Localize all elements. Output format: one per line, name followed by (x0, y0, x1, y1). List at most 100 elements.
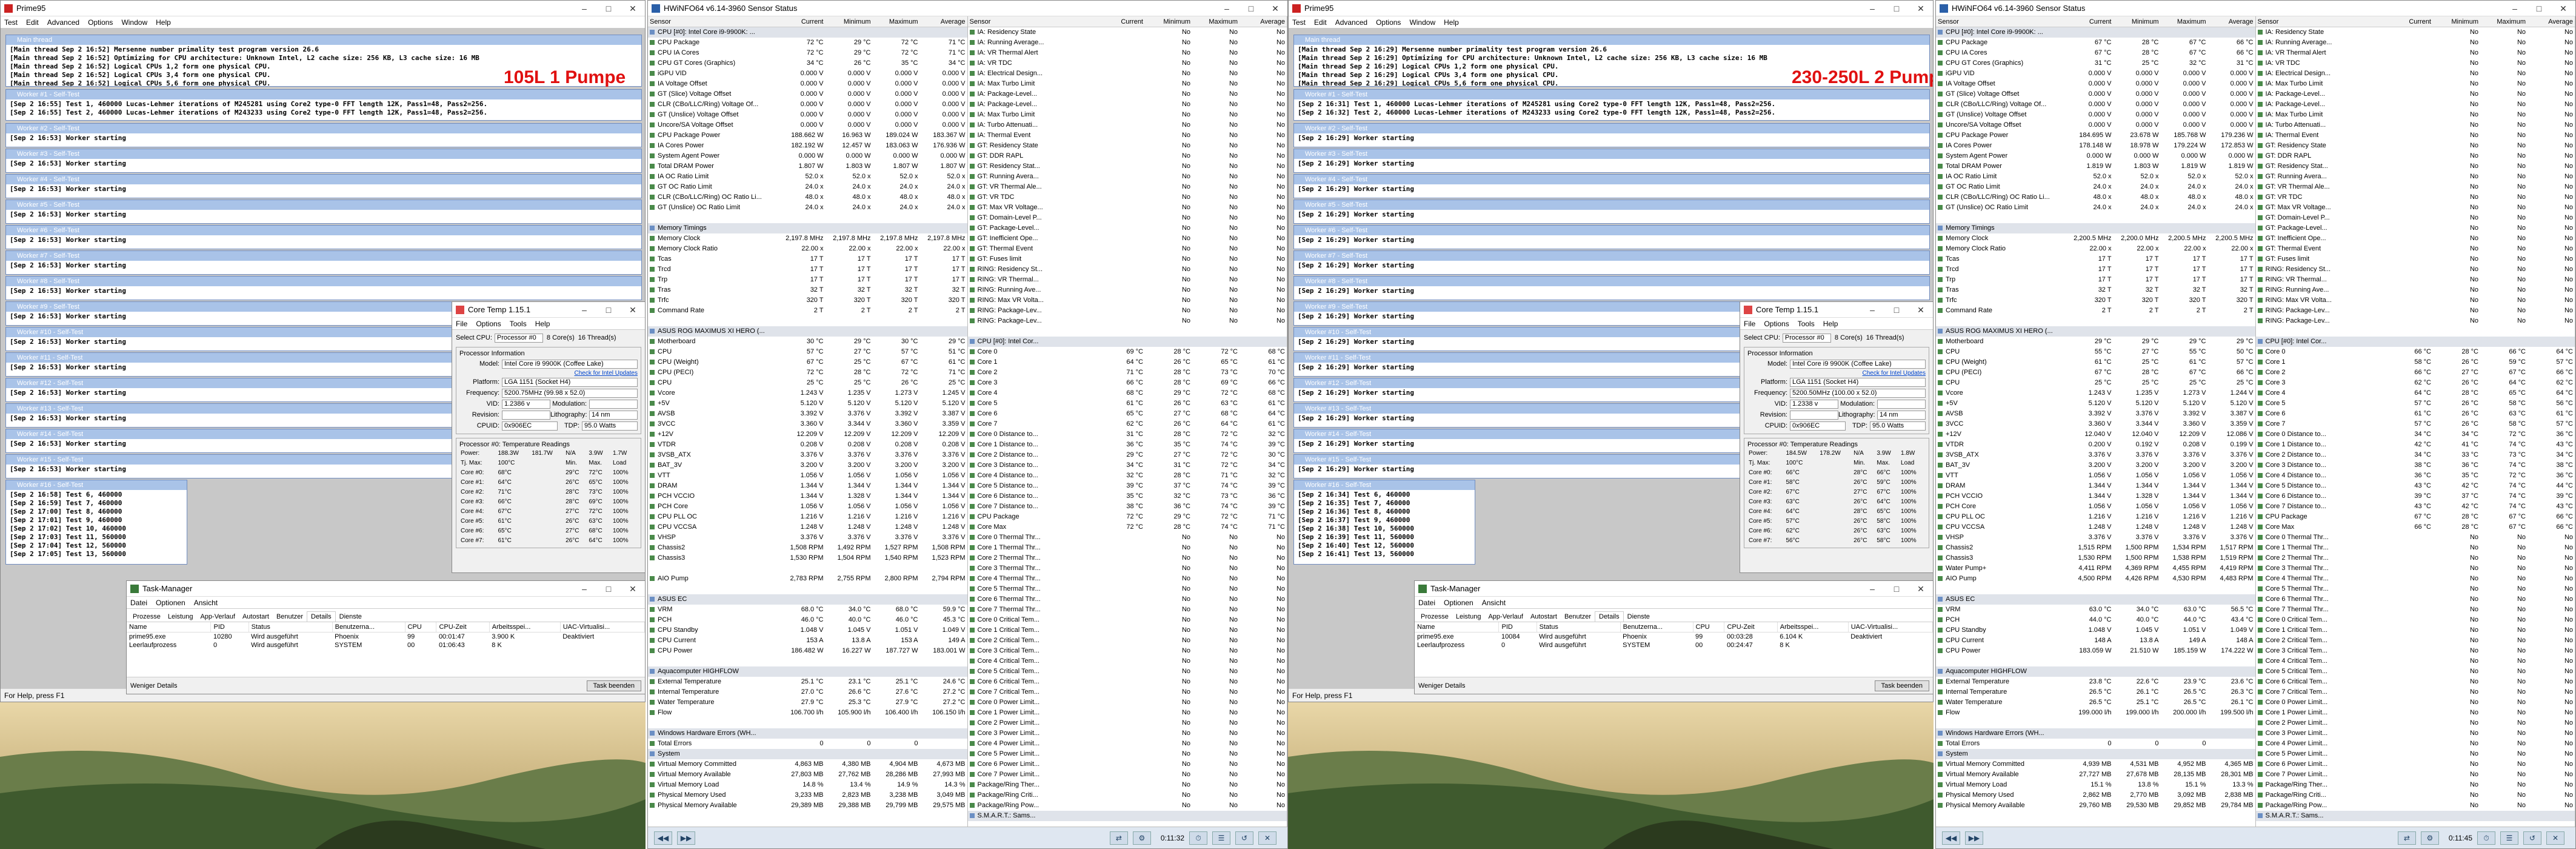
close-icon[interactable]: ✕ (1263, 1, 1287, 16)
sensor-row[interactable]: CPU IA Cores 72 °C 29 °C 72 °C 71 °C (648, 48, 967, 58)
maximize-icon[interactable]: □ (2527, 1, 2551, 16)
minimize-icon[interactable]: – (572, 581, 596, 597)
sensor-row[interactable]: CPU Current 148 A 13.8 A 149 A 148 A (1936, 636, 2255, 646)
sensor-row[interactable]: +5V 5.120 V 5.120 V 5.120 V 5.120 V (1936, 398, 2255, 409)
sensor-row[interactable]: IA Voltage Offset 0.000 V 0.000 V 0.000 V 0.… (1936, 79, 2255, 89)
title-bar[interactable]: Core Temp 1.15.1– □ ✕ (452, 302, 645, 318)
sensor-row[interactable]: Core 2 Power Limit... No No No (2256, 718, 2575, 728)
sensor-row[interactable]: IA: Max Turbo Limit No No No (2256, 110, 2575, 120)
sensor-row[interactable]: CPU Package 72 °C 29 °C 72 °C 71 °C (648, 38, 967, 48)
column-header[interactable]: UAC-Virtualisi... (560, 622, 645, 633)
sensor-row[interactable]: CPU Package Power 184.695 W 23.678 W 185.76… (1936, 130, 2255, 141)
sensor-row[interactable]: Trp 17 T 17 T 17 T 17 T (1936, 275, 2255, 285)
sensor-row[interactable]: Core 4 Thermal Thr... No No No (2256, 574, 2575, 584)
sensor-row[interactable]: Trcd 17 T 17 T 17 T 17 T (648, 264, 967, 275)
sensor-row[interactable]: RING: Max VR Volta... No No No (968, 295, 1287, 306)
sensor-row[interactable]: Total Errors 0 0 0 (648, 739, 967, 749)
sensor-row[interactable]: VTDR 0.208 V 0.208 V 0.208 V 0.208 V (648, 440, 967, 450)
sensor-row[interactable]: Core 3 Distance to... 38 °C 36 °C 74 °C 38 °… (2256, 460, 2575, 471)
update-link[interactable]: Check for Intel Updates (1863, 370, 1926, 377)
column-header[interactable]: Maximum (873, 16, 920, 27)
close-icon[interactable]: ✕ (621, 1, 645, 16)
sensor-row[interactable]: Trfc 320 T 320 T 320 T 320 T (648, 295, 967, 306)
column-header[interactable]: Maximum (2480, 16, 2528, 27)
sensor-row[interactable]: IA: Electrical Design... No No No (968, 69, 1287, 79)
sensor-row[interactable]: Core 4 Power Limit... No No No (968, 739, 1287, 749)
sensor-table[interactable]: Sensor Current Minimum Maximum Average CPU [#… (1936, 16, 2256, 827)
sensor-row[interactable]: Core 1 Power Limit... No No No (2256, 708, 2575, 718)
sensor-row[interactable]: Tcas 17 T 17 T 17 T 17 T (1936, 254, 2255, 264)
worker-window[interactable]: Worker #6 - Self-Test [Sep 2 16:29] Worke… (1293, 225, 1930, 249)
tab-benutzer[interactable]: Benutzer (273, 612, 307, 622)
column-header[interactable]: Minimum (1145, 16, 1192, 27)
sensor-row[interactable]: Core 3 Power Limit... No No No (968, 728, 1287, 739)
sensor-row[interactable]: CPU (Weight) 61 °C 25 °C 61 °C 57 °C (1936, 357, 2255, 367)
sensor-row[interactable]: Virtual Memory Committed 4,939 MB 4,531 MB… (1936, 759, 2255, 770)
sensor-row[interactable]: Core 7 Distance to... 38 °C 36 °C 74 °C 39 °… (968, 502, 1287, 512)
sensor-row[interactable]: BAT_3V 3.200 V 3.200 V 3.200 V 3.200 V (1936, 460, 2255, 471)
sensor-row[interactable]: AVSB 3.392 V 3.376 V 3.392 V 3.387 V (1936, 409, 2255, 419)
sensor-row[interactable]: Core 1 64 °C 26 °C 65 °C 61 °C (968, 357, 1287, 367)
column-header[interactable]: Maximum (2161, 16, 2208, 27)
worker-window[interactable]: Worker #5 - Self-Test [Sep 2 16:29] Worke… (1293, 200, 1930, 224)
sensor-row[interactable]: Total DRAM Power 1.807 W 1.803 W 1.807 W 1.8… (648, 161, 967, 172)
column-header[interactable]: Arbeitsspei... (489, 622, 561, 633)
sensor-row[interactable]: CPU IA Cores 67 °C 28 °C 67 °C 66 °C (1936, 48, 2255, 58)
sensor-row[interactable]: Core 6 Power Limit... No No No (968, 759, 1287, 770)
sensor-row[interactable]: Core 4 Distance to... 32 °C 28 °C 71 °C 32 °… (968, 471, 1287, 481)
column-header[interactable]: Current (2066, 16, 2114, 27)
sensor-row[interactable]: CPU Standby 1.048 V 1.045 V 1.051 V 1.049 V (648, 625, 967, 636)
sensor-row[interactable] (1936, 213, 2255, 223)
menu-item[interactable]: Ansicht (1481, 599, 1507, 607)
sensor-row[interactable]: Core 4 Distance to... 36 °C 35 °C 72 °C 36 °… (2256, 471, 2575, 481)
sensor-row[interactable] (968, 326, 1287, 337)
sensor-row[interactable]: Core 4 Thermal Thr... No No No (968, 574, 1287, 584)
sensor-row[interactable]: Core 0 Thermal Thr... No No No (2256, 532, 2575, 543)
sensor-row[interactable]: RING: Package-Lev... No No No (968, 316, 1287, 326)
title-bar[interactable]: Prime95– □ ✕ (1289, 1, 1933, 16)
sensor-row[interactable]: External Temperature 23.8 °C 22.6 °C 23.9 °… (1936, 677, 2255, 687)
sensor-row[interactable]: Package/Ring Ther... No No No (2256, 780, 2575, 790)
sensor-row[interactable]: Core 2 66 °C 27 °C 67 °C 66 °C (2256, 367, 2575, 378)
sensor-row[interactable]: CPU VCCSA 1.248 V 1.248 V 1.248 V 1.248 V (1936, 522, 2255, 532)
end-task-button[interactable]: Task beenden (586, 680, 641, 691)
sensor-row[interactable]: GT: Package-Level... No No No (968, 223, 1287, 233)
sensor-row[interactable]: RING: Package-Lev... No No No (968, 306, 1287, 316)
sensor-row[interactable]: GT (Slice) Voltage Offset 0.000 V 0.000 V0… (648, 89, 967, 99)
column-header[interactable]: Current (2386, 16, 2433, 27)
sensor-row[interactable]: Internal Temperature 27.0 °C 26.6 °C 27.6 °… (648, 687, 967, 697)
sensor-row[interactable]: VHSP 3.376 V 3.376 V 3.376 V 3.376 V (1936, 532, 2255, 543)
sensor-row[interactable]: PCH 44.0 °C 40.0 °C 44.0 °C 43.4 °C (1936, 615, 2255, 625)
sensor-row[interactable]: AIO Pump 4,500 RPM 4,426 RPM 4,530 RPM 4,483… (1936, 574, 2255, 584)
sensor-row[interactable]: Package/Ring Criti... No No No (2256, 790, 2575, 800)
column-header[interactable]: CPU (405, 622, 437, 633)
sensor-row[interactable]: Core 2 Thermal Thr... No No No (2256, 553, 2575, 563)
sensor-group[interactable]: CPU [#0]: Intel Cor... (2255, 337, 2575, 347)
sensor-group[interactable]: Windows Hardware Errors (WH... (1936, 728, 2255, 739)
sensor-row[interactable]: Core 3 62 °C 26 °C 64 °C 62 °C (2256, 378, 2575, 388)
minimize-icon[interactable]: – (572, 302, 596, 318)
sensor-row[interactable]: Virtual Memory Available 27,803 MB 27,762 … (648, 770, 967, 780)
sensor-row[interactable]: PCH VCCIO 1.344 V 1.328 V 1.344 V 1.344 V (1936, 491, 2255, 502)
sensor-row[interactable]: GT: DDR RAPL No No No (2256, 151, 2575, 161)
sensor-row[interactable]: PCH Core 1.056 V 1.056 V 1.056 V 1.056 V (1936, 502, 2255, 512)
close-icon[interactable]: ✕ (621, 581, 645, 597)
sensor-group[interactable]: ASUS EC (1936, 594, 2255, 605)
sensor-row[interactable]: Uncore/SA Voltage Offset 0.000 V 0.000 V 0.… (1936, 120, 2255, 130)
sensor-row[interactable]: Core 2 Critical Tem... No No No (2256, 636, 2575, 646)
sensor-row[interactable]: Virtual Memory Available 27,727 MB 27,678 … (1936, 770, 2255, 780)
sensor-row[interactable]: Tras 32 T 32 T 32 T 32 T (648, 285, 967, 295)
sensor-row[interactable]: Core 0 66 °C 28 °C 66 °C 64 °C (2256, 347, 2575, 357)
sensor-row[interactable]: Chassis3 1,530 RPM 1,504 RPM 1,540 RPM 1,523… (648, 553, 967, 563)
sensor-row[interactable]: Core 4 64 °C 28 °C 65 °C 64 °C (2256, 388, 2575, 398)
menu-item[interactable]: File (1743, 320, 1757, 328)
worker-window[interactable]: Worker #16 - Self-Test [Sep 2 16:58] Test… (5, 480, 187, 565)
sensor-row[interactable]: VRM 68.0 °C 34.0 °C 68.0 °C 59.9 °C (648, 605, 967, 615)
sensor-row[interactable]: IA: VR TDC No No No (968, 58, 1287, 69)
sensor-row[interactable]: Core 5 Critical Tem... No No No (968, 666, 1287, 677)
nav-left-icon[interactable]: ◀◀ (1942, 831, 1960, 845)
sensor-group[interactable]: S.M.A.R.T.: Sams... (967, 811, 1287, 821)
menu-item[interactable]: Tools (1797, 320, 1816, 328)
sensor-row[interactable]: CLR (CBo/LLC/Ring) OC Ratio Li... 48.0 x4… (648, 192, 967, 203)
sensor-row[interactable]: GT: Thermal Event No No No (968, 244, 1287, 254)
